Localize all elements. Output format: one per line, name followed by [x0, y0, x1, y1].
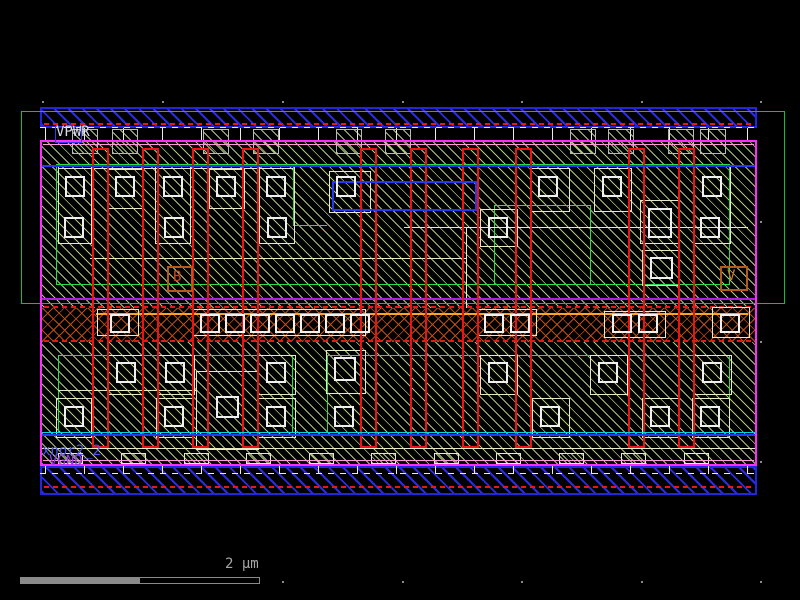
grid-dot — [282, 101, 284, 103]
grid-dot — [42, 101, 44, 103]
grid-dot — [162, 101, 164, 103]
li-rail-ticks — [45, 466, 755, 474]
grid-dot — [760, 101, 762, 103]
rail-red-dash — [44, 486, 755, 488]
grid-dot — [760, 341, 762, 343]
layout-canvas[interactable]: VPWR xnor2_2 VGND B V 2 µm — [0, 0, 800, 600]
vpwr-label: VPWR — [56, 125, 90, 139]
grid-dot — [760, 461, 762, 463]
scalebar-label: 2 µm — [225, 557, 259, 571]
grid-dot — [641, 101, 643, 103]
scalebar-outline-segment — [139, 577, 260, 584]
grid-dot — [641, 581, 643, 583]
grid-dot — [521, 101, 523, 103]
grid-dot — [402, 101, 404, 103]
vgnd-label: VGND — [49, 454, 83, 468]
pin-v-label: V — [727, 269, 735, 283]
grid-dot — [282, 581, 284, 583]
cell-boundary — [40, 140, 757, 466]
grid-dot — [521, 581, 523, 583]
grid-dot — [760, 581, 762, 583]
pin-b-label: B — [173, 270, 181, 284]
cell-boundary-inner — [43, 460, 754, 461]
scalebar-solid-segment — [20, 577, 139, 584]
grid-dot — [402, 581, 404, 583]
cell-boundary-inner — [43, 144, 754, 145]
